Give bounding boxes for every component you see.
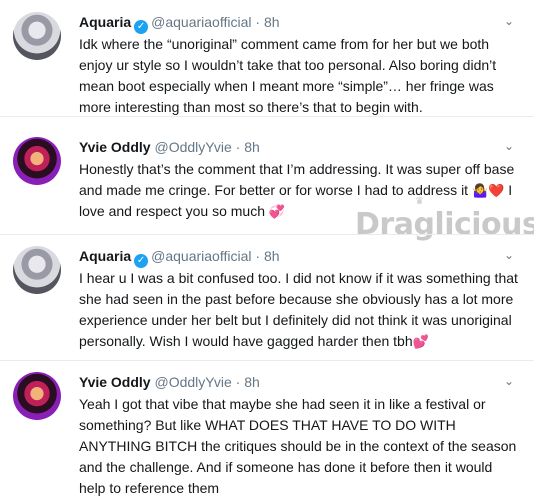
hearts-emoji: 💞 [268, 204, 286, 219]
timestamp[interactable]: 8h [244, 139, 260, 155]
timestamp[interactable]: 8h [264, 248, 280, 264]
tweet-header: Aquaria ✓ @aquariaofficial · 8h [79, 12, 494, 34]
avatar[interactable] [13, 246, 61, 294]
divider [0, 234, 534, 235]
tweet-text-main: Honestly that’s the comment that I’m add… [79, 161, 515, 198]
verified-check-icon: ✓ [134, 20, 149, 34]
avatar[interactable] [13, 12, 61, 60]
timestamp[interactable]: 8h [264, 14, 280, 30]
timestamp[interactable]: 8h [244, 374, 260, 390]
display-name[interactable]: Yvie Oddly [79, 139, 151, 155]
separator-dot: · [235, 374, 241, 390]
tweet-header: Yvie Oddly @OddlyYvie · 8h [79, 372, 494, 392]
avatar[interactable] [13, 372, 61, 420]
tweet-text: Yeah I got that vibe that maybe she had … [79, 396, 517, 496]
separator-dot: · [255, 14, 261, 30]
hearts-emoji: 💕 [412, 334, 429, 349]
tweet-header: Aquaria ✓ @aquariaofficial · 8h [79, 246, 494, 268]
watermark-logo: Draglicious [355, 207, 534, 242]
user-handle[interactable]: @aquariaofficial [151, 248, 251, 264]
shrug-heart-emoji: 🤷‍♀️❤️ [471, 183, 505, 198]
verified-check-icon: ✓ [134, 254, 149, 268]
chevron-down-icon[interactable]: ⌄ [502, 139, 516, 153]
divider [0, 360, 534, 361]
avatar[interactable] [13, 137, 61, 185]
tweet-text-main: I hear u I was a bit confused too. I did… [79, 270, 518, 349]
user-handle[interactable]: @OddlyYvie [154, 139, 231, 155]
chevron-down-icon[interactable]: ⌄ [502, 374, 516, 388]
tweet-header: Yvie Oddly @OddlyYvie · 8h [79, 137, 494, 157]
tweet-text: Idk where the “unoriginal” comment came … [79, 36, 497, 115]
user-handle[interactable]: @aquariaofficial [151, 14, 251, 30]
crown-icon: ♛ [415, 196, 424, 207]
display-name[interactable]: Aquaria [79, 248, 131, 264]
user-handle[interactable]: @OddlyYvie [154, 374, 231, 390]
display-name[interactable]: Aquaria [79, 14, 131, 30]
chevron-down-icon[interactable]: ⌄ [502, 248, 516, 262]
tweet-text: I hear u I was a bit confused too. I did… [79, 268, 519, 352]
divider [0, 116, 534, 117]
separator-dot: · [255, 248, 261, 264]
chevron-down-icon[interactable]: ⌄ [502, 14, 516, 28]
separator-dot: · [235, 139, 241, 155]
display-name[interactable]: Yvie Oddly [79, 374, 151, 390]
